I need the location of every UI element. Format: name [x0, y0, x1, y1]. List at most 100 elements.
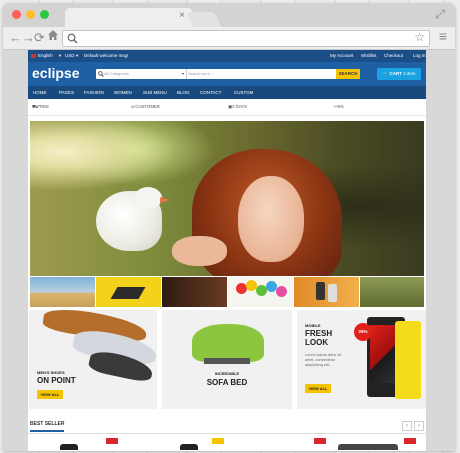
close-window-button[interactable] — [12, 10, 21, 19]
search-button[interactable]: SEARCH — [336, 69, 360, 79]
site-logo[interactable]: eclipse — [32, 65, 79, 81]
promo-mobile[interactable]: MOBILE FRESH LOOK Lorem ipsum dolor sit … — [297, 310, 426, 409]
sofa-image — [192, 324, 264, 362]
checkout-link[interactable]: Checkout — [384, 50, 403, 62]
section-title: BEST SELLER — [30, 421, 65, 432]
promo-small-text: INCREDIBLE — [214, 371, 240, 376]
new-badge — [212, 438, 224, 444]
phone-image — [328, 284, 337, 302]
promo-small-text: MOBILE — [305, 323, 321, 328]
view-all-button[interactable]: VIEW ALL — [305, 384, 331, 393]
promo-title: SOFA BED — [206, 378, 248, 387]
phone-image — [395, 321, 421, 399]
sale-badge — [106, 438, 118, 444]
hero-image-beak — [160, 197, 170, 203]
language-selector[interactable]: English — [38, 50, 53, 62]
promo-title-line1: FRESH — [305, 329, 333, 338]
nav-item-sub-menu[interactable]: SUB MENU — [143, 86, 167, 99]
product-card[interactable] — [258, 438, 326, 451]
promo-title-line2: LOOK — [305, 338, 329, 347]
reload-icon[interactable]: ⟳ — [34, 29, 45, 47]
flag-icon — [31, 54, 36, 58]
currency-caret-icon: ▾ — [76, 53, 79, 58]
thumbnail-woman[interactable] — [162, 277, 227, 307]
promo-small-text: MEN'S SHOES — [37, 370, 65, 375]
hero-slider[interactable] — [30, 121, 424, 276]
product-image — [180, 444, 198, 450]
cart-count: 2 item — [403, 71, 416, 76]
hero-image-hand — [172, 236, 227, 266]
close-icon[interactable]: × — [179, 10, 185, 21]
address-bar[interactable]: ☆ — [62, 30, 430, 47]
nav-item-fashion[interactable]: FASHION — [84, 86, 104, 99]
login-link[interactable]: Log In — [413, 50, 426, 62]
browser-toolbar: ← → ⟳ ☆ ≡ — [3, 27, 455, 50]
carousel-prev-button[interactable]: ‹ — [402, 421, 412, 431]
cart-icon: 🛒 — [382, 71, 389, 76]
search-input[interactable]: Search here... — [188, 69, 213, 79]
home-icon[interactable] — [47, 28, 59, 46]
currency-selector[interactable]: USD — [65, 50, 75, 62]
product-image — [60, 444, 78, 450]
fullscreen-icon[interactable]: ⤢ — [435, 7, 445, 22]
cart-button[interactable]: 🛒 CART 2 item — [377, 68, 421, 80]
discount-feature: ✂ 5% DISCOUNT ON ORDER OVER $199 — [334, 99, 360, 189]
new-tab-button[interactable] — [186, 12, 222, 27]
nav-item-home[interactable]: HOME — [33, 86, 47, 99]
product-card[interactable] — [48, 438, 118, 451]
carousel-next-button[interactable]: › — [414, 421, 424, 431]
nav-item-women[interactable]: WOMEN — [114, 86, 132, 99]
star-icon[interactable]: ☆ — [414, 30, 425, 44]
sale-badge — [314, 438, 326, 444]
laptop-image — [110, 287, 146, 299]
nav-item-custom[interactable]: CUSTOM — [234, 86, 253, 99]
promo-title: ON POINT — [37, 376, 76, 385]
main-navigation: HOME PAGES FASHION WOMEN SUB MENU BLOG C… — [28, 86, 426, 99]
wishlist-link[interactable]: Wishlist — [361, 50, 377, 62]
browser-window: × ⤢ ← → ⟳ ☆ ≡ English ▾ USD ▾ Default we… — [3, 3, 455, 451]
promo-mens-shoes[interactable]: MEN'S SHOES ON POINT VIEW ALL — [29, 310, 157, 409]
browser-tab[interactable]: × — [65, 8, 193, 27]
phone-image — [316, 282, 325, 300]
product-card[interactable] — [178, 438, 224, 451]
product-image — [338, 444, 398, 450]
thumbnail-balloons[interactable] — [228, 277, 293, 307]
promo-sofa-bed[interactable]: INCREDIBLE SOFA BED — [162, 310, 292, 409]
nav-item-blog[interactable]: BLOG — [177, 86, 190, 99]
search-icon — [67, 33, 78, 44]
product-card[interactable] — [338, 438, 418, 451]
thumbnail-dragonfly[interactable] — [360, 277, 424, 307]
best-seller-items — [28, 438, 426, 451]
maximize-window-button[interactable] — [40, 10, 49, 19]
search-bar: All Categories ▾ Search here... SEARCH — [96, 69, 360, 79]
site-header: eclipse All Categories ▾ Search here... … — [28, 62, 426, 86]
hamburger-menu-icon[interactable]: ≡ — [439, 28, 447, 44]
hero-image-face — [238, 176, 304, 262]
cart-label: CART — [389, 71, 402, 76]
thumbnail-phones[interactable] — [294, 277, 359, 307]
nav-item-contact[interactable]: CONTACT — [200, 86, 221, 99]
site-topbar: English ▾ USD ▾ Default welcome msg! My … — [28, 50, 426, 62]
nav-item-pages[interactable]: PAGES — [59, 86, 74, 99]
minimize-window-button[interactable] — [26, 10, 35, 19]
thumbnail-laptop[interactable] — [96, 277, 161, 307]
shipping-feature: ⛟ FREE SHIPPING ON ORDER OVER $99 — [32, 99, 58, 173]
category-dropdown[interactable]: All Categories ▾ — [104, 69, 187, 79]
website-viewport: English ▾ USD ▾ Default welcome msg! My … — [28, 50, 426, 451]
sofa-base — [204, 358, 250, 364]
sale-badge — [404, 438, 416, 444]
best-seller-header: BEST SELLER ‹ › — [28, 419, 426, 434]
support-feature: ☏ CUSTOMER SUPPORT SERVICE — [130, 99, 160, 141]
promo-section: MEN'S SHOES ON POINT VIEW ALL INCREDIBLE… — [28, 310, 426, 410]
guarantee-feature: ▣ 3 DAYS MONEY BACK GUARANTEE — [228, 99, 259, 157]
welcome-message: Default welcome msg! — [84, 53, 129, 58]
hero-image-bird-head — [134, 187, 162, 209]
balloon-shape — [276, 286, 287, 297]
my-account-link[interactable]: My Account — [330, 50, 353, 62]
promo-description: Lorem ipsum dolor sit amet, consectetur … — [305, 353, 342, 367]
view-all-button[interactable]: VIEW ALL — [37, 390, 63, 399]
back-arrow-icon[interactable]: ← — [9, 29, 22, 47]
browser-titlebar: × ⤢ — [3, 3, 455, 27]
slider-pagination[interactable] — [209, 268, 244, 273]
thumbnail-beach[interactable] — [30, 277, 95, 307]
